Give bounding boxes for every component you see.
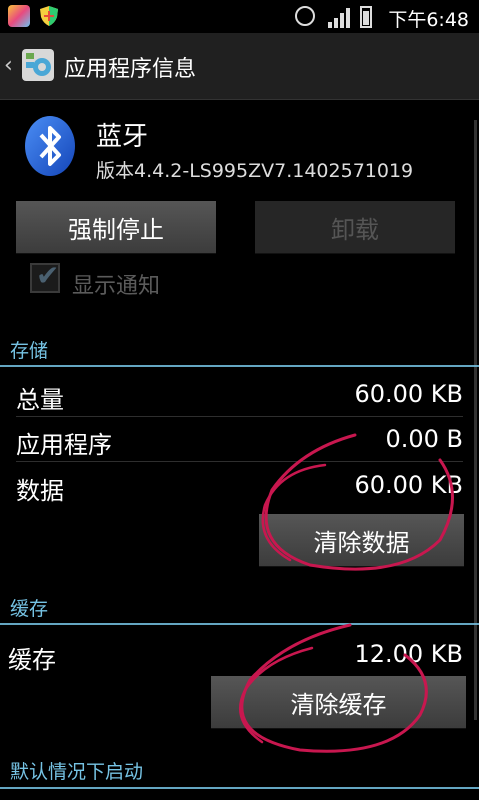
scrollbar[interactable] (474, 120, 477, 720)
launch-default-section-title: 默认情况下启动 (10, 761, 144, 783)
alarm-clock-icon (295, 6, 315, 26)
settings-icon[interactable] (20, 47, 56, 83)
storage-total-label: 总量 (16, 386, 64, 414)
app-version: 版本4.4.2-LS995ZV7.1402571019 (96, 160, 414, 182)
app-name: 蓝牙 (96, 122, 149, 152)
page-title: 应用程序信息 (64, 57, 197, 82)
storage-total-value: 60.00 KB (354, 380, 463, 408)
security-shield-icon (38, 5, 60, 27)
storage-section-title: 存储 (10, 340, 49, 362)
section-divider (0, 787, 479, 789)
section-divider (0, 623, 479, 625)
app-store-icon (8, 5, 30, 27)
bluetooth-icon (25, 116, 75, 176)
uninstall-button[interactable]: 卸载 (255, 201, 455, 253)
storage-data-label: 数据 (16, 477, 64, 505)
cache-section-title: 缓存 (10, 598, 49, 620)
clear-data-button[interactable]: 清除数据 (259, 514, 464, 566)
force-stop-button[interactable]: 强制停止 (16, 201, 216, 253)
row-divider (16, 416, 463, 417)
row-divider (16, 461, 463, 462)
cache-label: 缓存 (8, 646, 56, 674)
action-bar: ‹ 应用程序信息 (0, 33, 479, 100)
show-notifications-label: 显示通知 (72, 274, 161, 299)
battery-icon (360, 6, 372, 28)
storage-data-value: 60.00 KB (354, 471, 463, 499)
section-divider (0, 365, 479, 367)
status-bar: 下午6:48 (0, 0, 479, 33)
show-notifications-checkbox[interactable]: ✔ (30, 259, 60, 293)
storage-app-label: 应用程序 (16, 431, 112, 459)
signal-icon (328, 8, 350, 28)
clock-time: 下午6:48 (388, 9, 469, 31)
back-arrow-icon[interactable]: ‹ (4, 53, 13, 78)
clear-cache-button[interactable]: 清除缓存 (211, 676, 466, 728)
storage-app-value: 0.00 B (385, 425, 463, 453)
cache-value: 12.00 KB (354, 640, 463, 668)
